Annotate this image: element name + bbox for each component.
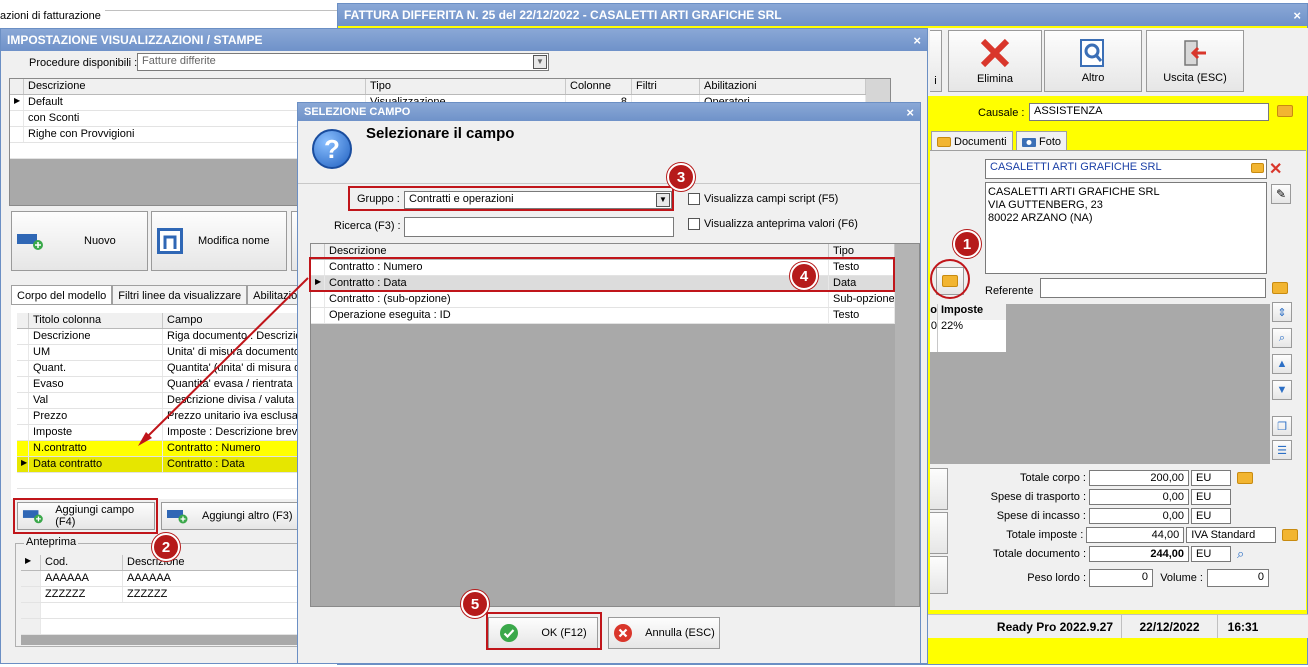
annotation-arrow <box>138 277 309 446</box>
highlight-folder-circle <box>930 259 970 299</box>
callout-5: 5 <box>461 590 489 618</box>
callout-3: 3 <box>667 163 695 191</box>
highlight-group <box>348 186 674 211</box>
highlight-add-field <box>13 498 158 534</box>
callout-4: 4 <box>790 262 818 290</box>
highlight-ok <box>486 612 602 650</box>
callout-2: 2 <box>152 533 180 561</box>
callout-1: 1 <box>953 230 981 258</box>
